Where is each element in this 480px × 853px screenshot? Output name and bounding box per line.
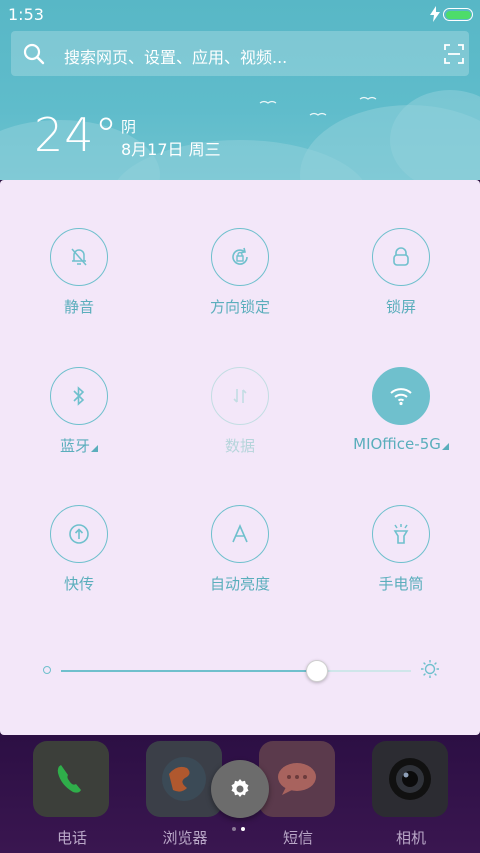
toggle-label: MIOffice-5G xyxy=(296,435,480,453)
brightness-slider[interactable] xyxy=(40,650,440,690)
rotation-lock-icon[interactable] xyxy=(211,228,269,286)
toggle-label: 蓝牙 xyxy=(4,435,154,456)
toggle-rotation-lock[interactable]: 方向锁定 xyxy=(165,228,315,338)
battery-icon xyxy=(443,8,473,21)
weather-condition: 阴 xyxy=(121,118,137,136)
app-label: 浏览器 xyxy=(162,829,208,847)
expand-triangle-icon xyxy=(441,443,449,450)
toggle-label: 锁屏 xyxy=(385,298,416,316)
app-messages[interactable]: 短信 xyxy=(259,741,337,851)
control-center-panel: 静音 方向锁定 锁屏 蓝牙 数据 MIOffice-5G 快传 自动亮度 手电筒 xyxy=(0,180,480,735)
search-input[interactable]: 搜索网页、设置、应用、视频... xyxy=(64,44,287,68)
search-bar[interactable]: 搜索网页、设置、应用、视频... xyxy=(11,31,469,76)
expand-triangle-icon xyxy=(91,445,98,452)
toggle-auto-brightness[interactable]: 自动亮度 xyxy=(165,505,315,615)
brightness-low-icon xyxy=(43,666,51,674)
weather-header: 1:53 搜索网页、设置、应用、视频... 24° 阴 8月17日 周三 xyxy=(0,0,480,180)
toggle-label: 自动亮度 xyxy=(209,575,270,593)
toggle-mute[interactable]: 静音 xyxy=(4,228,154,338)
toggle-flashlight[interactable]: 手电筒 xyxy=(326,505,476,615)
toggle-wifi[interactable]: MIOffice-5G xyxy=(326,367,476,477)
toggle-label: 快传 xyxy=(63,575,94,593)
toggle-label: 静音 xyxy=(63,298,94,316)
page-indicator xyxy=(232,827,252,833)
brightness-high-icon xyxy=(421,660,439,678)
app-camera[interactable]: 相机 xyxy=(372,741,450,851)
toggle-mobile-data[interactable]: 数据 xyxy=(165,367,315,477)
page-dot-current xyxy=(241,827,245,831)
toggle-label: 方向锁定 xyxy=(209,298,270,316)
birds-decoration xyxy=(259,96,377,116)
brightness-knob[interactable] xyxy=(305,660,328,682)
brightness-progress xyxy=(61,670,317,672)
app-label: 短信 xyxy=(282,829,313,847)
messages-icon[interactable] xyxy=(259,741,335,817)
toggle-lock-screen[interactable]: 锁屏 xyxy=(326,228,476,338)
toggle-label: 手电筒 xyxy=(378,575,424,593)
weather-date: 8月17日 周三 xyxy=(121,140,221,159)
browser-icon[interactable] xyxy=(146,741,222,817)
scan-icon[interactable] xyxy=(444,44,464,64)
mobile-data-icon[interactable] xyxy=(211,367,269,425)
temperature: 24° xyxy=(34,108,119,162)
wifi-icon[interactable] xyxy=(372,367,430,425)
toggle-label: 数据 xyxy=(224,437,255,455)
page-dot xyxy=(232,827,236,831)
clock: 1:53 xyxy=(8,5,44,24)
app-label: 相机 xyxy=(395,829,426,847)
phone-icon[interactable] xyxy=(33,741,109,817)
auto-brightness-icon[interactable] xyxy=(211,505,269,563)
charging-icon xyxy=(430,6,440,22)
bluetooth-icon[interactable] xyxy=(50,367,108,425)
app-phone[interactable]: 电话 xyxy=(33,741,111,851)
flashlight-icon[interactable] xyxy=(372,505,430,563)
quick-transfer-icon[interactable] xyxy=(50,505,108,563)
mute-bell-icon[interactable] xyxy=(50,228,108,286)
app-label: 电话 xyxy=(56,829,87,847)
lock-icon[interactable] xyxy=(372,228,430,286)
toggle-bluetooth[interactable]: 蓝牙 xyxy=(4,367,154,477)
gear-icon xyxy=(231,779,249,797)
search-icon xyxy=(23,43,45,65)
settings-button[interactable] xyxy=(211,760,269,818)
camera-icon[interactable] xyxy=(372,741,448,817)
brightness-track[interactable] xyxy=(61,660,411,682)
status-bar: 1:53 xyxy=(0,0,480,28)
toggle-quick-transfer[interactable]: 快传 xyxy=(4,505,154,615)
